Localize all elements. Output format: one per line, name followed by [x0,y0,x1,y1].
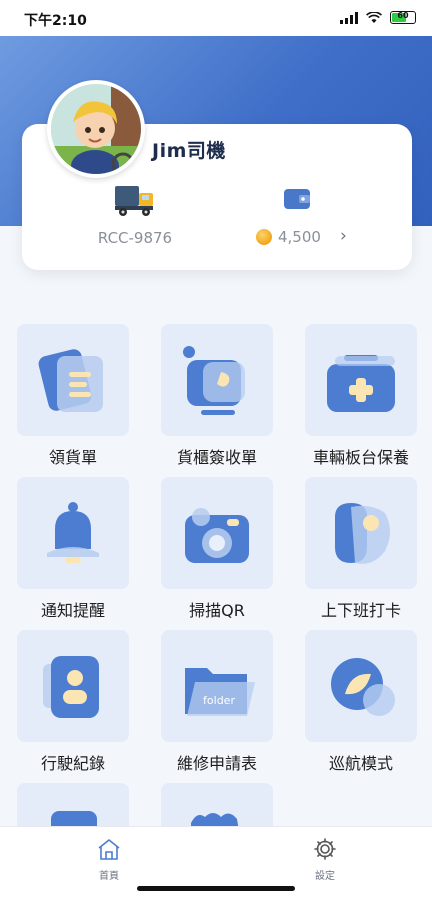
menu-tile-notifications[interactable] [17,477,129,589]
folder-label: folder [203,694,235,707]
camera-icon [185,508,249,563]
home-indicator [137,886,295,891]
menu-label: 領貨單 [48,448,97,467]
menu-label: 車輛板台保養 [312,448,409,467]
coin-icon [256,229,272,245]
menu-label: 巡航模式 [328,754,393,773]
id-card-icon [43,656,99,718]
document-icon [38,349,103,412]
nav-home-label: 首頁 [99,871,119,882]
avatar[interactable] [47,80,145,178]
menu-tile-container-receipt[interactable] [161,324,273,436]
menu-tile-repair-request[interactable]: folder [161,630,273,742]
status-icons: 60 [340,11,416,24]
nav-settings[interactable]: 設定 [285,837,365,882]
menu-tile-cruise-mode[interactable] [305,630,417,742]
menu-label: 行駛紀錄 [40,754,105,773]
medical-kit-icon [327,355,395,412]
compass-icon [331,658,395,716]
wifi-icon [366,11,382,23]
battery-icon: 60 [390,11,416,24]
nav-home[interactable]: 首頁 [69,837,149,882]
bell-icon [47,502,99,563]
home-icon [98,839,120,860]
wallet-balance[interactable]: 4,500 [278,228,321,246]
monitor-icon [183,346,245,415]
gear-icon [314,838,336,860]
menu-label: 維修申請表 [176,754,257,773]
status-bar: 下午2:10 60 [0,0,432,36]
driver-name: Jim司機 [152,140,226,162]
truck-icon [115,186,153,216]
menu-tile-pickup-order[interactable] [17,324,129,436]
menu-label: 貨櫃簽收單 [176,448,257,467]
menu-label: 上下班打卡 [320,601,401,620]
signal-icon [340,11,358,24]
menu-tile-driving-log[interactable] [17,630,129,742]
status-time: 下午2:10 [24,13,87,29]
chevron-right-icon[interactable]: › [340,226,347,246]
menu-tile-vehicle-maintenance[interactable] [305,324,417,436]
menu-label: 掃描QR [189,601,245,620]
menu-label: 通知提醒 [40,601,105,620]
wallet-icon[interactable] [283,186,311,212]
battery-level: 60 [397,11,409,20]
license-plate: RCC-9876 [97,229,173,247]
shield-icon [335,503,390,564]
menu-tile-scan-qr[interactable] [161,477,273,589]
nav-settings-label: 設定 [315,871,335,882]
folder-icon: folder [185,668,255,716]
menu-tile-clock-in[interactable] [305,477,417,589]
